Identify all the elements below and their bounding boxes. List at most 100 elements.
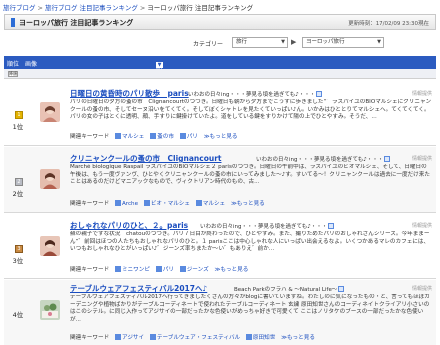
category-label: カテゴリー [193, 41, 224, 48]
keyword-tag-label: パリ [186, 134, 198, 140]
keywords-label: 関連キーワード [70, 267, 110, 273]
breadcrumb-link-travel-blog[interactable]: 旅行ブログ [3, 4, 36, 12]
breadcrumb-separator: > [37, 4, 43, 12]
tag-icon [179, 266, 186, 272]
medal-silver-icon: 2 [15, 178, 23, 186]
keyword-tag[interactable]: テーブルウェア・フェスティバル [149, 333, 241, 341]
keyword-tag-label: パリ [162, 267, 174, 273]
keyword-tag-label: アジサイ [121, 335, 145, 341]
entry-excerpt: パリの日曜日の夕方の蚤の市 Clignancourtのつづき。日曜日も朝から夕方… [70, 99, 432, 120]
keyword-tag[interactable]: 原田知世 [245, 333, 275, 341]
category-filter: カテゴリー 旅行 ▼ ▶ ヨーロッパ旅行 ▼ [4, 34, 436, 52]
keyword-tag[interactable]: 蚤の市 [150, 132, 174, 140]
medal-bronze-icon: 3 [15, 245, 23, 253]
page-title: ヨーロッパ旅行 注目記事ランキング [19, 19, 134, 27]
author-link[interactable]: Beach Parkのフラハ & ～Natural Life～ [234, 285, 345, 293]
tag-icon [179, 133, 186, 139]
medal-gold-icon: 1 [15, 111, 23, 119]
tag-icon [195, 200, 202, 206]
keyword-tag-label: テーブルウェア・フェスティバル [156, 335, 241, 341]
breadcrumb: 旅行ブログ > 旅行ブログ 注目記事ランキング > ヨーロッパ旅行 注目記事ランキング [3, 2, 253, 12]
rank-label: 1位 [12, 123, 24, 131]
author-link[interactable]: いわおの日々ing・・・夢見る頃を過ぎても♪・・・ [256, 155, 391, 163]
table-row: 1 1位 日曜日の黄昏時のパリ散歩 paris いわおの日々ing・・・夢見る頃… [4, 80, 436, 146]
entry-title-link[interactable]: 日曜日の黄昏時のパリ散歩 paris [70, 88, 189, 99]
keyword-tag[interactable]: パリ [155, 265, 174, 273]
keywords-label: 関連キーワード [70, 335, 110, 341]
sort-desc-button[interactable]: 降順 [8, 71, 18, 77]
table-row: 2 2位 クリニャンクールの蚤の市 Clignancourt いわおの日々ing… [4, 147, 436, 213]
entry-title-link[interactable]: テーブルウェアフェスティバル2017へ♪ [70, 283, 207, 294]
entry-excerpt: テーブルウェアフェスティバル2017へ行ってきましたくさんの方々がblogに書い… [70, 294, 430, 323]
related-keywords: 関連キーワード Arche ビオ・マルシェ マルシェ ≫もっと見る [70, 199, 265, 207]
author-link[interactable]: いわおの日々ing・・・夢見る頃を過ぎても♪・・・ [200, 222, 335, 230]
column-header-image: 画像 [25, 61, 38, 68]
report-link[interactable]: 情報提供 [412, 155, 432, 162]
subcategory-select[interactable]: ヨーロッパ旅行 ▼ [302, 37, 384, 48]
table-header: 順位 画像 記事タイトル / プロフィール ▼ / 記事本文 / 関連キーワード [4, 56, 436, 177]
entry-thumbnail[interactable] [40, 102, 60, 122]
report-link[interactable]: 情報提供 [412, 285, 432, 292]
rank-label: 4位 [12, 311, 24, 319]
report-link[interactable]: 情報提供 [412, 222, 432, 229]
keyword-tag-label: 蚤の市 [157, 134, 174, 140]
tag-icon [155, 266, 162, 272]
profile-icon [316, 91, 323, 97]
table-row: 4位 テーブルウェアフェスティバル2017へ♪ Beach Parkのフラハ &… [4, 280, 436, 345]
keyword-tag-label: Arche [121, 201, 139, 207]
entry-excerpt: Marché biologique Raspail ラスパイユのBIOマルシェ２… [70, 164, 430, 185]
entry-title-link[interactable]: クリニャンクールの蚤の市 Clignancourt [70, 153, 221, 164]
keyword-tag[interactable]: パリ [179, 132, 198, 140]
tag-icon [114, 266, 121, 272]
entry-thumbnail[interactable] [40, 300, 60, 320]
tag-icon [245, 334, 252, 340]
author-name: いわおの日々ing・・・夢見る頃を過ぎても♪・・・ [188, 92, 316, 98]
entry-thumbnail[interactable] [40, 169, 60, 189]
category-select[interactable]: 旅行 ▼ [232, 37, 288, 48]
tag-icon [114, 200, 121, 206]
keyword-tag[interactable]: アジサイ [114, 333, 145, 341]
report-link[interactable]: 情報提供 [412, 90, 432, 97]
breadcrumb-separator: > [139, 4, 146, 12]
profile-icon [338, 286, 345, 292]
chevron-down-icon: ▼ [377, 39, 381, 45]
keywords-label: 関連キーワード [70, 201, 110, 207]
subcategory-select-value: ヨーロッパ旅行 [306, 39, 345, 45]
keywords-label: 関連キーワード [70, 134, 110, 140]
more-keywords-link[interactable]: ≫もっと見る [281, 335, 315, 341]
arrow-right-icon: ▶ [291, 38, 297, 46]
rank-label: 3位 [12, 257, 24, 265]
keyword-tag[interactable]: ビオ・マルシェ [143, 199, 190, 207]
related-keywords: 関連キーワード マルシェ 蚤の市 パリ ≫もっと見る [70, 132, 238, 140]
entry-thumbnail[interactable] [40, 236, 60, 256]
tag-icon [114, 334, 121, 340]
keyword-tag[interactable]: ミニワンピ [114, 265, 150, 273]
more-keywords-link[interactable]: ≫もっと見る [214, 267, 248, 273]
keyword-tag[interactable]: マルシェ [195, 199, 225, 207]
keyword-tag[interactable]: ジーンズ [179, 265, 209, 273]
chevron-down-icon: ▼ [281, 39, 285, 45]
keyword-tag-label: ジーンズ [186, 267, 209, 273]
rank-label: 2位 [12, 190, 24, 198]
author-name: いわおの日々ing・・・夢見る頃を過ぎても♪・・・ [256, 157, 384, 163]
author-link[interactable]: いわおの日々ing・・・夢見る頃を過ぎても♪・・・ [188, 90, 323, 98]
keyword-tag[interactable]: Arche [114, 200, 139, 207]
author-name: いわおの日々ing・・・夢見る頃を過ぎても♪・・・ [200, 224, 328, 230]
more-keywords-link[interactable]: ≫もっと見る [231, 201, 265, 207]
header-accent-bar [11, 18, 15, 27]
keyword-tag-label: ビオ・マルシェ [150, 201, 190, 207]
page-header: ヨーロッパ旅行 注目記事ランキング 更新時刻：17/02/09 23:30現在 [4, 14, 436, 30]
breadcrumb-current: ヨーロッパ旅行 注目記事ランキング [147, 4, 254, 12]
more-keywords-link[interactable]: ≫もっと見る [204, 134, 238, 140]
entry-title-link[interactable]: おしゃれなパリのひと、２。paris [70, 220, 188, 231]
sort-row: 降順 [4, 69, 436, 79]
tag-icon [143, 200, 150, 206]
related-keywords: 関連キーワード ミニワンピ パリ ジーンズ ≫もっと見る [70, 265, 248, 273]
tag-icon [150, 133, 157, 139]
keyword-tag-label: マルシェ [121, 134, 145, 140]
breadcrumb-link-ranking[interactable]: 旅行ブログ 注目記事ランキング [45, 4, 138, 12]
profile-icon [384, 156, 391, 162]
updated-timestamp: 更新時刻：17/02/09 23:30現在 [348, 21, 429, 27]
table-row: 3 3位 おしゃれなパリのひと、２。paris いわおの日々ing・・・夢見る頃… [4, 214, 436, 279]
keyword-tag[interactable]: マルシェ [114, 132, 145, 140]
